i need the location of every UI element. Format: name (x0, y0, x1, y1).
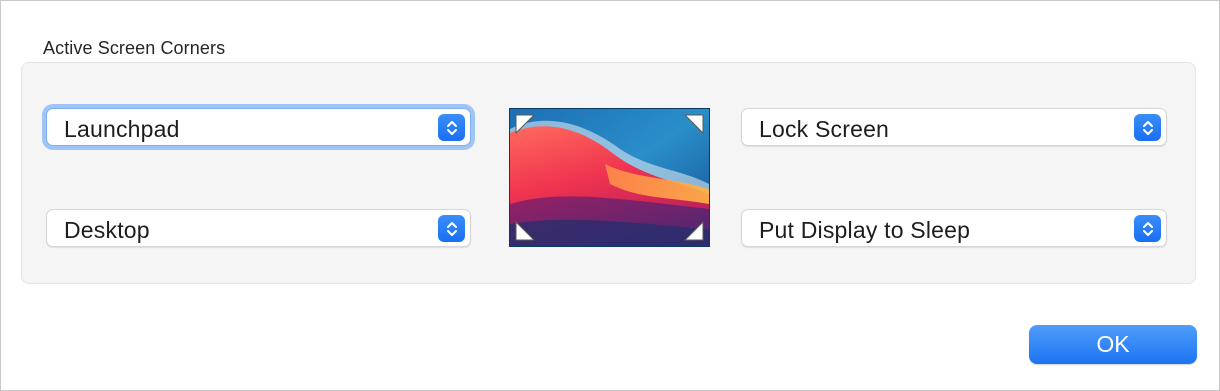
chevron-up-down-icon (438, 215, 465, 242)
screen-preview (509, 108, 710, 247)
chevron-up-down-icon (1134, 215, 1161, 242)
bottom-left-corner-popup[interactable]: Desktop (46, 209, 471, 247)
top-right-corner-value: Lock Screen (759, 116, 890, 142)
ok-button[interactable]: OK (1029, 325, 1197, 364)
section-title: Active Screen Corners (43, 38, 226, 58)
top-left-corner-value: Launchpad (64, 116, 180, 142)
top-right-corner-popup[interactable]: Lock Screen (741, 108, 1167, 146)
bottom-left-corner-value: Desktop (64, 217, 150, 243)
chevron-up-down-icon (438, 114, 465, 141)
top-left-corner-popup[interactable]: Launchpad (46, 108, 471, 146)
wallpaper-image (510, 109, 709, 246)
hot-corners-dialog: Active Screen Corners Launchpad Desktop … (0, 0, 1220, 391)
chevron-up-down-icon (1134, 114, 1161, 141)
bottom-right-corner-value: Put Display to Sleep (759, 217, 971, 243)
bottom-right-corner-popup[interactable]: Put Display to Sleep (741, 209, 1167, 247)
